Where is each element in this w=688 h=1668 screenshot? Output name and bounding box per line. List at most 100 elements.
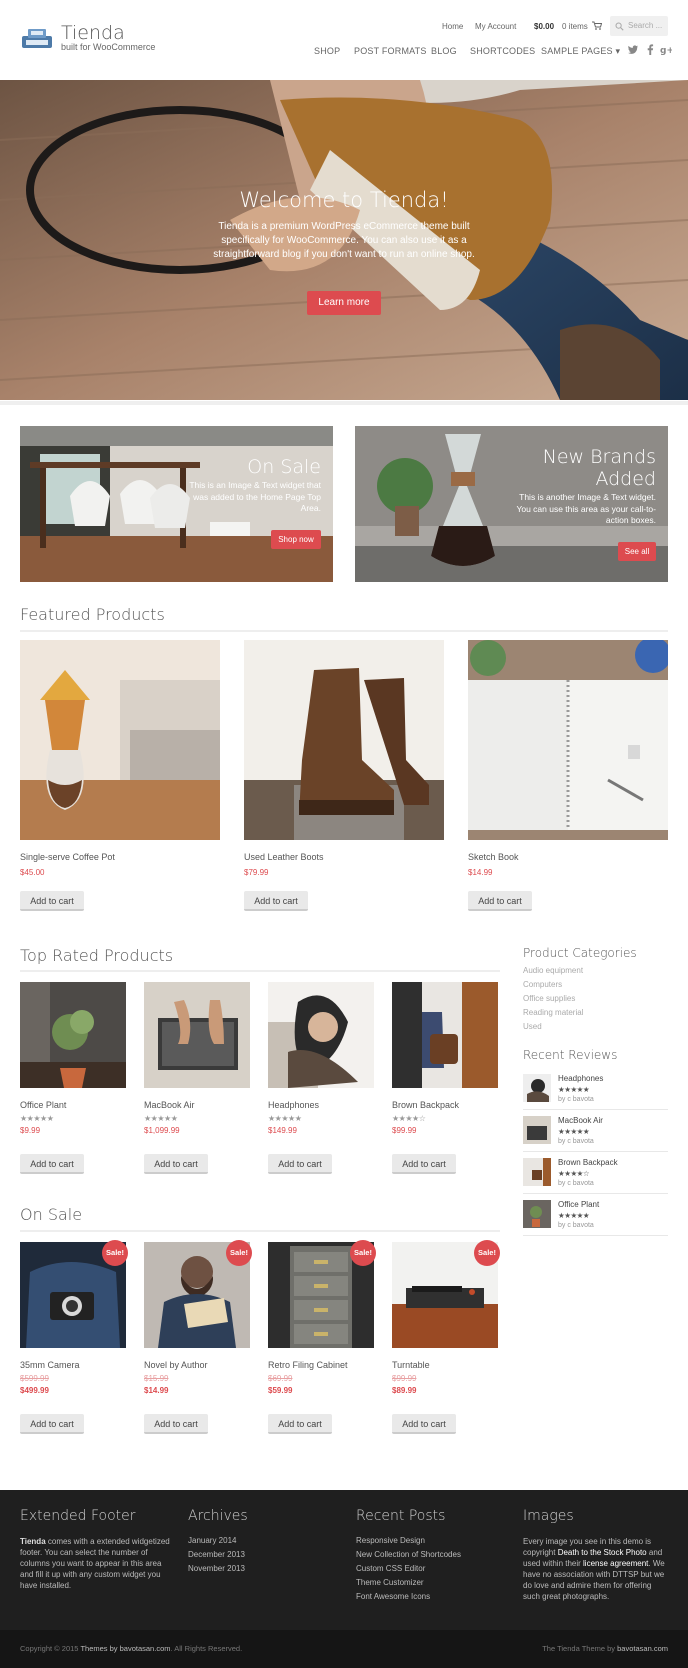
product-image-boots[interactable]: [244, 640, 444, 840]
product-name[interactable]: Headphones: [268, 1100, 319, 1110]
promo-on-sale: On Sale This is an Image & Text widget t…: [20, 426, 333, 582]
license-link[interactable]: license agreement: [583, 1559, 648, 1568]
recent-post-link[interactable]: Responsive Design: [356, 1536, 425, 1545]
cart-icon[interactable]: [592, 21, 602, 30]
promo-new-brands: New Brands Added This is another Image &…: [355, 426, 668, 582]
recent-reviews-title: Recent Reviews: [523, 1048, 618, 1062]
product-name[interactable]: Novel by Author: [144, 1360, 208, 1370]
review-product-name[interactable]: Office Plant: [558, 1200, 599, 1209]
archive-link[interactable]: December 2013: [188, 1550, 245, 1559]
product-card: Sale! Novel by Author $15.99 $14.99 Add to c…: [144, 1240, 252, 1442]
footer-brand: Tienda: [20, 1537, 46, 1546]
product-name[interactable]: Single-serve Coffee Pot: [20, 852, 115, 862]
nav-post-formats[interactable]: POST FORMATS: [354, 46, 427, 56]
recent-post-link[interactable]: Custom CSS Editor: [356, 1564, 425, 1573]
product-image[interactable]: [20, 982, 126, 1093]
add-to-cart-button[interactable]: Add to cart: [20, 891, 84, 911]
product-name[interactable]: Brown Backpack: [392, 1100, 459, 1110]
site-title[interactable]: Tienda: [61, 22, 125, 44]
review-item[interactable]: Headphones ★★★★★ by c bavota: [523, 1072, 668, 1112]
add-to-cart-button[interactable]: Add to cart: [268, 1154, 332, 1174]
review-item[interactable]: MacBook Air ★★★★★ by c bavota: [523, 1114, 668, 1154]
product-name[interactable]: Used Leather Boots: [244, 852, 324, 862]
archive-link[interactable]: November 2013: [188, 1564, 245, 1573]
archive-link[interactable]: January 2014: [188, 1536, 236, 1545]
product-image-coffee-pot[interactable]: [20, 640, 220, 840]
review-thumbnail[interactable]: [523, 1200, 551, 1233]
nav-shortcodes[interactable]: SHORTCODES: [470, 46, 535, 56]
on-sale-divider: [20, 1230, 500, 1232]
product-card: Office Plant ★★★★★ $9.99 Add to cart: [20, 982, 126, 1182]
star-rating: ★★★★★: [558, 1085, 590, 1094]
footer-col-title: Recent Posts: [356, 1508, 446, 1524]
facebook-icon[interactable]: [645, 44, 656, 55]
add-to-cart-button[interactable]: Add to cart: [392, 1154, 456, 1174]
add-to-cart-button[interactable]: Add to cart: [144, 1414, 208, 1434]
shop-now-button[interactable]: Shop now: [271, 530, 321, 549]
review-thumbnail[interactable]: [523, 1074, 551, 1107]
product-name[interactable]: Retro Filing Cabinet: [268, 1360, 348, 1370]
product-price: $89.99: [392, 1386, 417, 1395]
nav-sample-pages[interactable]: SAMPLE PAGES ▾: [541, 46, 620, 57]
product-name[interactable]: MacBook Air: [144, 1100, 195, 1110]
product-image-sketch-book[interactable]: [468, 637, 671, 840]
add-to-cart-button[interactable]: Add to cart: [392, 1414, 456, 1434]
copyright-text: Copyright © 2015: [20, 1644, 81, 1653]
review-thumbnail[interactable]: [523, 1158, 551, 1191]
review-thumbnail[interactable]: [523, 1116, 551, 1149]
featured-title: Featured Products: [20, 605, 165, 624]
recent-post-link[interactable]: Font Awesome Icons: [356, 1592, 430, 1601]
category-link[interactable]: Used: [523, 1022, 542, 1031]
product-price: $149.99: [268, 1126, 297, 1135]
nav-shop[interactable]: SHOP: [314, 46, 340, 56]
product-card: Brown Backpack ★★★★☆ $99.99 Add to cart: [392, 982, 498, 1182]
review-item[interactable]: Brown Backpack ★★★★☆ by c bavota: [523, 1156, 668, 1196]
dttsp-link[interactable]: Death to the Stock Photo: [558, 1548, 647, 1557]
category-link[interactable]: Office supplies: [523, 994, 575, 1003]
review-author: by c bavota: [558, 1096, 594, 1103]
product-name[interactable]: Sketch Book: [468, 852, 519, 862]
nav-blog[interactable]: BLOG: [431, 46, 457, 56]
bottom-bar: Copyright © 2015 Themes by bavotasan.com…: [0, 1630, 688, 1668]
product-image[interactable]: [144, 982, 250, 1093]
themes-link[interactable]: Themes by bavotasan.com: [80, 1644, 170, 1653]
top-link-home[interactable]: Home: [442, 22, 463, 31]
product-image[interactable]: [392, 982, 498, 1093]
add-to-cart-button[interactable]: Add to cart: [244, 891, 308, 911]
extended-footer: Extended Footer Tienda comes with a exte…: [0, 1490, 688, 1630]
product-image[interactable]: [268, 982, 374, 1093]
category-link[interactable]: Computers: [523, 980, 562, 989]
hero-text: Tienda is a premium WordPress eCommerce …: [213, 221, 475, 260]
cart-count[interactable]: 0 items: [562, 22, 588, 31]
add-to-cart-button[interactable]: Add to cart: [20, 1414, 84, 1434]
recent-post-link[interactable]: Theme Customizer: [356, 1578, 424, 1587]
product-name[interactable]: Office Plant: [20, 1100, 66, 1110]
add-to-cart-button[interactable]: Add to cart: [268, 1414, 332, 1434]
product-price: $14.99: [144, 1386, 169, 1395]
add-to-cart-button[interactable]: Add to cart: [468, 891, 532, 911]
recent-post-link[interactable]: New Collection of Shortcodes: [356, 1550, 461, 1559]
see-all-button[interactable]: See all: [618, 542, 656, 561]
review-product-name[interactable]: MacBook Air: [558, 1116, 603, 1125]
product-card: Sale! Retro Filing Cabinet $69.99 $59.99 Add…: [268, 1240, 376, 1442]
add-to-cart-button[interactable]: Add to cart: [20, 1154, 84, 1174]
product-name[interactable]: Turntable: [392, 1360, 430, 1370]
top-link-account[interactable]: My Account: [475, 22, 516, 31]
twitter-icon[interactable]: [628, 44, 639, 55]
product-name[interactable]: 35mm Camera: [20, 1360, 80, 1370]
add-to-cart-button[interactable]: Add to cart: [144, 1154, 208, 1174]
copyright: Copyright © 2015 Themes by bavotasan.com…: [20, 1644, 242, 1653]
review-product-name[interactable]: Brown Backpack: [558, 1158, 618, 1167]
bavotasan-link[interactable]: bavotasan.com: [617, 1644, 668, 1653]
google-plus-icon[interactable]: g+: [660, 44, 674, 56]
product-categories-title: Product Categories: [523, 946, 637, 960]
review-item[interactable]: Office Plant ★★★★★ by c bavota: [523, 1198, 668, 1238]
review-product-name[interactable]: Headphones: [558, 1074, 603, 1083]
hero-title: Welcome to Tienda!: [239, 188, 449, 212]
category-link[interactable]: Reading material: [523, 1008, 583, 1017]
on-sale-title: On Sale: [20, 1205, 83, 1224]
learn-more-button[interactable]: Learn more: [307, 291, 381, 315]
cart-total[interactable]: $0.00: [534, 22, 554, 31]
category-link[interactable]: Audio equipment: [523, 966, 583, 975]
star-rating: ★★★★★: [144, 1114, 178, 1123]
